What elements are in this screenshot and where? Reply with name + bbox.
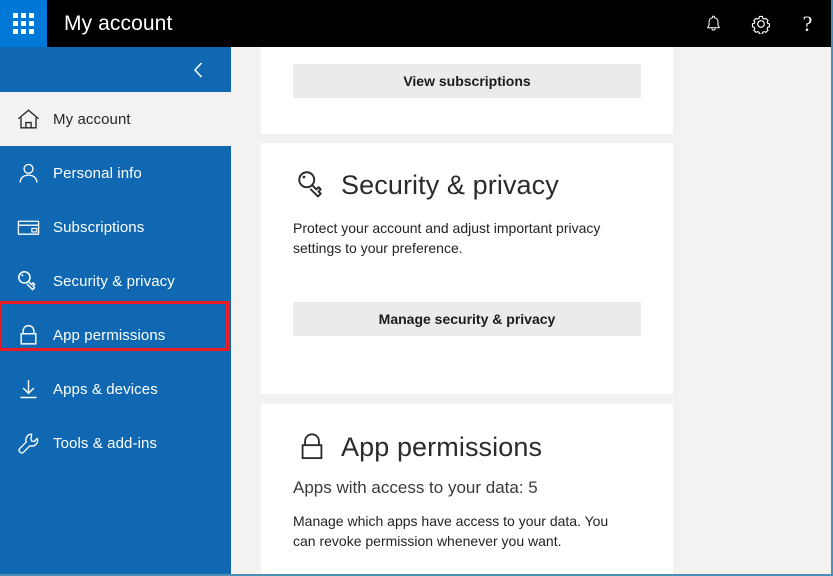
topbar-actions: ? [690, 0, 831, 47]
top-navigation-bar: My account ? [0, 0, 831, 47]
sidebar-item-label: Personal info [53, 164, 142, 182]
key-icon [11, 264, 45, 298]
sidebar-item-label: Apps & devices [53, 380, 158, 398]
person-icon [11, 156, 45, 190]
credit-card-icon [11, 210, 45, 244]
lock-icon [293, 428, 331, 466]
card-security-privacy: Security & privacy Protect your account … [261, 143, 673, 394]
key-icon [293, 166, 331, 204]
view-subscriptions-button[interactable]: View subscriptions [293, 64, 641, 98]
sidebar-item-label: Security & privacy [53, 272, 175, 290]
gear-icon [751, 15, 770, 34]
page-title: My account [64, 11, 173, 35]
card-subscriptions: View subscriptions [261, 47, 673, 134]
sidebar-item-subscriptions[interactable]: Subscriptions [0, 200, 231, 254]
main-content: View subscriptions Security & privacy Pr… [231, 47, 831, 574]
wrench-icon [11, 426, 45, 460]
sidebar-header [0, 47, 231, 92]
sidebar-item-app-permissions[interactable]: App permissions [0, 308, 231, 362]
chevron-left-icon [193, 61, 202, 78]
sidebar-navigation: My account Personal info Subscriptions S… [0, 47, 231, 574]
download-icon [11, 372, 45, 406]
sidebar-item-personal-info[interactable]: Personal info [0, 146, 231, 200]
app-window: My account ? My account Personal info Su… [0, 0, 833, 576]
sidebar-item-label: Subscriptions [53, 218, 145, 236]
card-title: App permissions [341, 431, 543, 462]
sidebar-item-apps-devices[interactable]: Apps & devices [0, 362, 231, 416]
sidebar-item-label: My account [53, 110, 131, 128]
manage-security-privacy-button[interactable]: Manage security & privacy [293, 302, 641, 336]
sidebar-item-my-account[interactable]: My account [0, 92, 231, 146]
sidebar-item-tools-addins[interactable]: Tools & add-ins [0, 416, 231, 470]
card-description: Manage which apps have access to your da… [293, 513, 609, 549]
sidebar-item-label: Tools & add-ins [53, 434, 158, 452]
home-icon [11, 102, 45, 136]
lock-icon [11, 318, 45, 352]
question-mark-icon: ? [802, 10, 813, 36]
card-subtitle: Apps with access to your data: 5 [293, 478, 538, 497]
sidebar-item-security-privacy[interactable]: Security & privacy [0, 254, 231, 308]
card-title: Security & privacy [341, 169, 559, 200]
card-header: App permissions [293, 428, 641, 466]
card-app-permissions: App permissions Apps with access to your… [261, 404, 673, 574]
app-launcher-button[interactable] [0, 0, 47, 47]
card-description: Protect your account and adjust importan… [293, 220, 601, 256]
notifications-button[interactable] [690, 0, 737, 47]
help-button[interactable]: ? [784, 0, 831, 47]
sidebar-collapse-button[interactable] [186, 58, 210, 82]
card-header: Security & privacy [293, 166, 641, 204]
bell-icon [707, 15, 720, 31]
sidebar-item-label: App permissions [53, 326, 166, 344]
settings-button[interactable] [737, 0, 784, 47]
app-launcher-waffle-icon [13, 13, 34, 34]
